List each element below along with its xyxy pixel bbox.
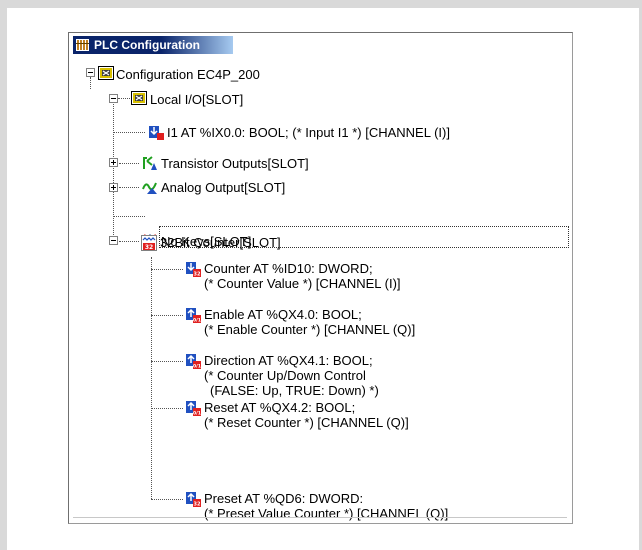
tree-line (119, 163, 139, 164)
analog-output-icon (142, 182, 157, 194)
tree-node-32bit-counter[interactable]: 32Bit Counter[SLOT] (160, 235, 281, 250)
input-channel-icon (149, 126, 164, 140)
svg-text:0/1: 0/1 (193, 364, 201, 370)
expand-toggle[interactable] (109, 158, 118, 167)
tree-line (119, 187, 139, 188)
tree-line (151, 499, 183, 500)
output-dword-icon: 32 (186, 492, 201, 508)
collapse-toggle[interactable] (109, 236, 118, 245)
direction-line1[interactable]: Direction AT %QX4.1: BOOL; (204, 353, 373, 368)
tree-line (113, 132, 145, 133)
output-bool-icon: 0/1 (186, 354, 201, 370)
output-bool-icon: 0/1 (186, 401, 201, 417)
svg-text:0/1: 0/1 (193, 318, 201, 324)
expand-toggle[interactable] (109, 183, 118, 192)
plc-configuration-panel: PLC Configuration Configuration EC4P_200 (68, 32, 573, 524)
reset-line2: (* Reset Counter *) [CHANNEL (Q)] (204, 415, 409, 430)
tree-node-configuration[interactable]: Configuration EC4P_200 (116, 67, 260, 82)
enable-line1[interactable]: Enable AT %QX4.0: BOOL; (204, 307, 362, 322)
tree-line (113, 216, 145, 217)
counter-value-line2: (* Counter Value *) [CHANNEL (I)] (204, 276, 401, 291)
tree-line (151, 361, 183, 362)
direction-line2: (* Counter Up/Down Control (204, 368, 366, 383)
configuration-tree: Configuration EC4P_200 Local I/O[SLOT] I… (69, 33, 572, 523)
svg-text:32: 32 (145, 244, 153, 251)
tree-line (118, 98, 130, 99)
collapse-toggle[interactable] (86, 68, 95, 77)
tree-line (151, 315, 183, 316)
input-dword-icon: 32 (186, 262, 201, 278)
tree-line (151, 257, 152, 499)
tree-node-transistor-outputs[interactable]: Transistor Outputs[SLOT] (161, 156, 309, 171)
enable-line2: (* Enable Counter *) [CHANNEL (Q)] (204, 322, 416, 337)
transistor-output-icon (143, 156, 157, 170)
counter-slot-icon: 32 (141, 235, 157, 251)
svg-text:32: 32 (194, 502, 201, 508)
tree-line (90, 77, 91, 89)
tree-line (113, 99, 114, 239)
tree-node-input-i1[interactable]: I1 AT %IX0.0: BOOL; (* Input I1 *) [CHAN… (167, 125, 450, 140)
svg-text:0/1: 0/1 (193, 411, 201, 417)
collapse-toggle[interactable] (109, 94, 118, 103)
counter-value-line1[interactable]: Counter AT %ID10: DWORD; (204, 261, 373, 276)
reset-line1[interactable]: Reset AT %QX4.2: BOOL; (204, 400, 355, 415)
tree-line (151, 269, 183, 270)
tree-node-local-io[interactable]: Local I/O[SLOT] (150, 92, 243, 107)
tree-line (119, 241, 139, 242)
horizontal-scrollbar[interactable] (73, 517, 567, 522)
svg-text:32: 32 (194, 272, 201, 278)
output-bool-icon: 0/1 (186, 308, 201, 324)
tree-line (151, 408, 183, 409)
tree-node-analog-output[interactable]: Analog Output[SLOT] (161, 180, 285, 195)
slot-icon (131, 91, 147, 105)
configuration-icon (98, 66, 114, 80)
preset-line1[interactable]: Preset AT %QD6: DWORD: (204, 491, 363, 506)
direction-line3: (FALSE: Up, TRUE: Down) *) (210, 383, 379, 398)
